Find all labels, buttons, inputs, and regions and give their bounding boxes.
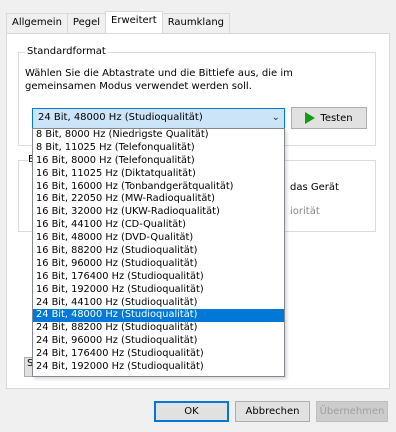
dropdown-option[interactable]: 16 Bit, 16000 Hz (Tonbandgerätqualität) (33, 181, 284, 194)
tab-raumklang[interactable]: Raumklang (161, 13, 231, 33)
apply-button-label: Übernehmen (319, 406, 385, 417)
dropdown-option[interactable]: 16 Bit, 44100 Hz (CD-Qualität) (33, 219, 284, 232)
apply-button: Übernehmen (316, 401, 388, 422)
test-button-label: Testen (320, 112, 353, 124)
dropdown-option[interactable]: 24 Bit, 44100 Hz (Studioqualität) (33, 297, 284, 310)
chevron-down-icon: ⌄ (271, 112, 280, 123)
dropdown-option[interactable]: 24 Bit, 96000 Hz (Studioqualität) (33, 335, 284, 348)
tab-bar: Allgemein Pegel Erweitert Raumklang (6, 11, 231, 33)
dropdown-option[interactable]: 16 Bit, 32000 Hz (UKW-Radioqualität) (33, 206, 284, 219)
standardformat-description: Wählen Sie die Abtastrate und die Bittie… (25, 68, 293, 92)
dropdown-option[interactable]: 16 Bit, 192000 Hz (Studioqualität) (33, 284, 284, 297)
cancel-button[interactable]: Abbrechen (235, 401, 310, 422)
tab-allgemein[interactable]: Allgemein (6, 13, 68, 33)
ok-button-label: OK (184, 406, 199, 417)
dropdown-option[interactable]: 16 Bit, 96000 Hz (Studioqualität) (33, 258, 284, 271)
dropdown-option[interactable]: 16 Bit, 8000 Hz (Telefonqualität) (33, 155, 284, 168)
dropdown-option[interactable]: 24 Bit, 192000 Hz (Studioqualität) (33, 361, 284, 374)
dropdown-option[interactable]: 24 Bit, 88200 Hz (Studioqualität) (33, 322, 284, 335)
dropdown-option[interactable]: 16 Bit, 48000 Hz (DVD-Qualität) (33, 232, 284, 245)
dropdown-option[interactable]: 16 Bit, 88200 Hz (Studioqualität) (33, 245, 284, 258)
format-dropdown-list[interactable]: 8 Bit, 8000 Hz (Niedrigste Qualität) 8 Bi… (32, 128, 285, 377)
dropdown-option[interactable]: 8 Bit, 8000 Hz (Niedrigste Qualität) (33, 129, 284, 142)
exclusive-control-text-fragment: das Gerät (290, 182, 339, 193)
test-button[interactable]: Testen (291, 107, 367, 129)
dropdown-option[interactable]: 16 Bit, 176400 Hz (Studioqualität) (33, 271, 284, 284)
cancel-button-label: Abbrechen (245, 406, 300, 417)
ok-button[interactable]: OK (154, 401, 229, 422)
standardformat-title: Standardformat (25, 46, 108, 57)
tab-pegel[interactable]: Pegel (66, 13, 107, 33)
dropdown-option[interactable]: 8 Bit, 11025 Hz (Telefonqualität) (33, 142, 284, 155)
dropdown-option[interactable]: 16 Bit, 11025 Hz (Diktatqualität) (33, 168, 284, 181)
dropdown-option[interactable]: 24 Bit, 48000 Hz (Studioqualität) (33, 309, 284, 323)
dropdown-option[interactable]: 16 Bit, 22050 Hz (MW-Radioqualität) (33, 193, 284, 206)
play-icon (305, 112, 316, 124)
dropdown-option[interactable]: 24 Bit, 176400 Hz (Studioqualität) (33, 348, 284, 361)
format-select[interactable]: 24 Bit, 48000 Hz (Studioqualität) ⌄ (32, 108, 285, 129)
tab-erweitert[interactable]: Erweitert (105, 11, 163, 33)
exclusive-priority-text-fragment: iorität (290, 206, 320, 217)
format-select-value: 24 Bit, 48000 Hz (Studioqualität) (38, 112, 203, 123)
